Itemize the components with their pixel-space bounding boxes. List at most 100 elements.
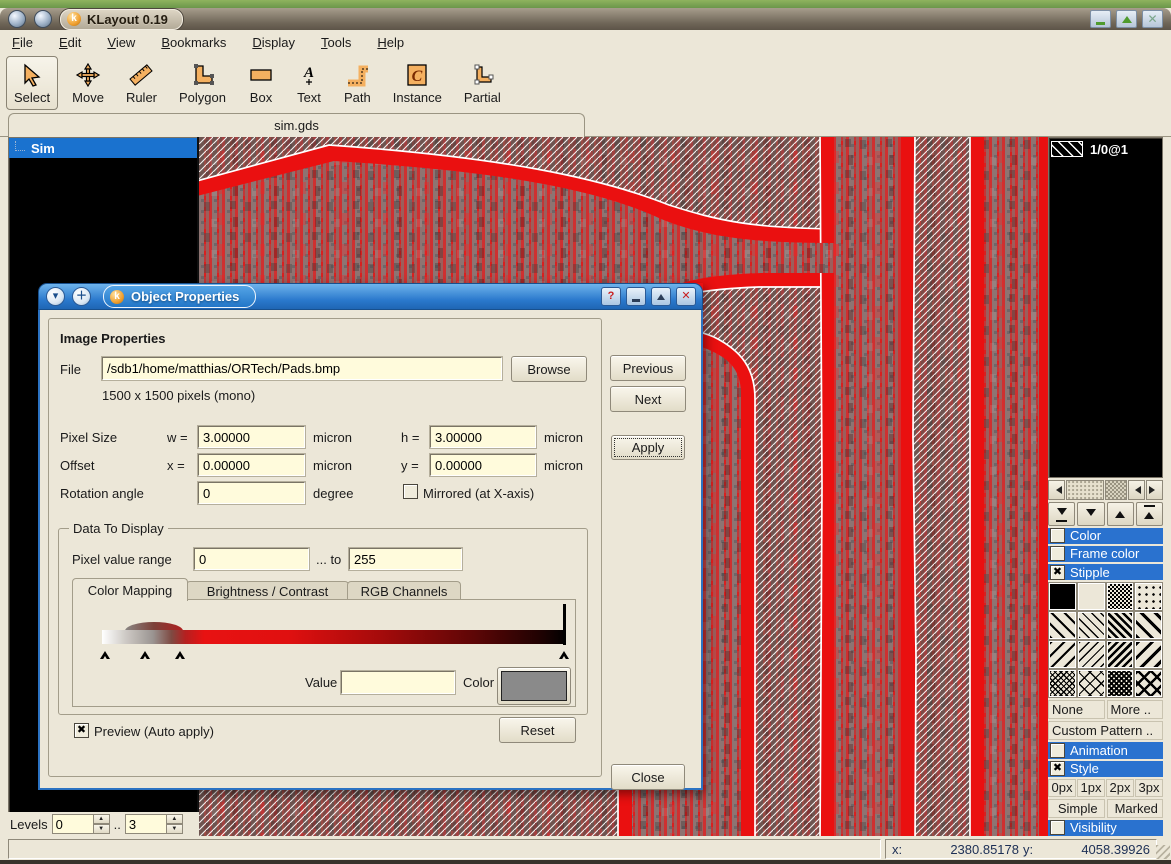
- color-row[interactable]: Color: [1048, 528, 1163, 544]
- hscroll-left2-icon[interactable]: [1128, 480, 1145, 500]
- dialog-close-button[interactable]: ✕: [676, 287, 696, 306]
- stipple-checkbox[interactable]: [1050, 565, 1065, 580]
- offset-x-input[interactable]: [198, 454, 305, 476]
- apply-button[interactable]: Apply: [611, 435, 685, 460]
- tool-text[interactable]: A Text: [288, 56, 330, 110]
- dialog-shade-button[interactable]: ▾: [46, 287, 65, 306]
- tab-sim-gds[interactable]: sim.gds: [8, 113, 585, 137]
- menu-edit[interactable]: Edit: [59, 35, 81, 50]
- offset-y-input[interactable]: [430, 454, 536, 476]
- stipple-swatch-cross-diamond[interactable]: [1078, 670, 1105, 697]
- levels-from-down-icon[interactable]: ▼: [93, 824, 110, 834]
- style-checkbox[interactable]: [1050, 761, 1065, 776]
- levels-from-spinner[interactable]: ▲ ▼: [52, 814, 110, 834]
- stipple-swatch-backslash-coarse[interactable]: [1049, 612, 1076, 639]
- preview-checkbox[interactable]: [74, 723, 89, 738]
- animation-row[interactable]: Animation: [1048, 742, 1163, 758]
- hscroll-right-icon[interactable]: [1146, 480, 1163, 500]
- close-button[interactable]: ✕: [1142, 10, 1163, 28]
- range-to-input[interactable]: [349, 548, 462, 570]
- tool-select[interactable]: Select: [6, 56, 58, 110]
- rotation-input[interactable]: [198, 482, 305, 504]
- layer-entry[interactable]: 1/0@1: [1051, 141, 1160, 157]
- move-down-button[interactable]: [1077, 502, 1104, 526]
- tool-ruler[interactable]: Ruler: [118, 56, 165, 110]
- frame-color-checkbox[interactable]: [1050, 546, 1065, 561]
- window-orb-2[interactable]: [34, 10, 52, 28]
- mirrored-checkbox[interactable]: [403, 484, 418, 499]
- reset-button[interactable]: Reset: [499, 717, 576, 743]
- levels-to-input[interactable]: [125, 814, 166, 834]
- stipple-swatch-backslash-thin[interactable]: [1078, 612, 1105, 639]
- levels-to-spinner[interactable]: ▲ ▼: [125, 814, 183, 834]
- width-0px-button[interactable]: 0px: [1048, 779, 1076, 797]
- style-row[interactable]: Style: [1048, 761, 1163, 777]
- levels-to-down-icon[interactable]: ▼: [166, 824, 183, 834]
- tool-path[interactable]: Path: [336, 56, 379, 110]
- stipple-swatch-backslash-wide[interactable]: [1135, 612, 1162, 639]
- tool-box[interactable]: Box: [240, 56, 282, 110]
- visibility-checkbox[interactable]: [1050, 820, 1065, 835]
- close-dialog-button[interactable]: Close: [611, 764, 685, 790]
- tab-color-mapping[interactable]: Color Mapping: [72, 578, 188, 601]
- stipple-swatch-cross-coarse[interactable]: [1135, 670, 1162, 697]
- animation-checkbox[interactable]: [1050, 743, 1065, 758]
- tab-brightness-contrast[interactable]: Brightness / Contrast: [186, 581, 349, 601]
- menu-file[interactable]: File: [12, 35, 33, 50]
- stipple-swatch-clear[interactable]: [1078, 583, 1105, 610]
- dialog-pin-button[interactable]: ＋: [72, 287, 91, 306]
- stipple-swatch-cross-fine[interactable]: [1049, 670, 1076, 697]
- window-menu-orb[interactable]: [8, 10, 26, 28]
- pixel-size-h-input[interactable]: [430, 426, 536, 448]
- cell-item-sim[interactable]: Sim: [9, 138, 198, 158]
- maximize-button[interactable]: [1116, 10, 1137, 28]
- menu-bookmarks[interactable]: Bookmarks: [161, 35, 226, 50]
- stipple-none-button[interactable]: None: [1048, 700, 1105, 719]
- tab-rgb-channels[interactable]: RGB Channels: [347, 581, 461, 601]
- color-mapping-gradient[interactable]: [102, 630, 566, 644]
- width-3px-button[interactable]: 3px: [1135, 779, 1163, 797]
- stipple-swatch-solid-black[interactable]: [1049, 583, 1076, 610]
- levels-to-up-icon[interactable]: ▲: [166, 814, 183, 824]
- tool-polygon[interactable]: Polygon: [171, 56, 234, 110]
- minimize-button[interactable]: [1090, 10, 1111, 28]
- stipple-swatch-backslash-dense[interactable]: [1107, 612, 1134, 639]
- layer-list[interactable]: 1/0@1: [1048, 137, 1163, 478]
- stipple-swatch-dots[interactable]: [1135, 583, 1162, 610]
- stipple-swatch-slash-wide[interactable]: [1135, 641, 1162, 668]
- visibility-row[interactable]: Visibility: [1048, 820, 1163, 836]
- menu-help[interactable]: Help: [377, 35, 404, 50]
- menu-display[interactable]: Display: [252, 35, 295, 50]
- stipple-swatch-cross-dense[interactable]: [1107, 670, 1134, 697]
- menu-view[interactable]: View: [107, 35, 135, 50]
- hscroll-left-icon[interactable]: [1048, 480, 1065, 500]
- stipple-swatch-slash-dense[interactable]: [1107, 641, 1134, 668]
- hscroll-track[interactable]: [1105, 480, 1126, 500]
- dialog-help-button[interactable]: ?: [601, 287, 621, 306]
- width-2px-button[interactable]: 2px: [1106, 779, 1134, 797]
- width-1px-button[interactable]: 1px: [1077, 779, 1105, 797]
- tool-move[interactable]: Move: [64, 56, 112, 110]
- frame-color-row[interactable]: Frame color: [1048, 546, 1163, 562]
- style-simple-button[interactable]: Simple: [1048, 799, 1105, 818]
- custom-pattern-button[interactable]: Custom Pattern ..: [1048, 721, 1163, 740]
- move-to-top-button[interactable]: [1136, 502, 1163, 526]
- layer-list-hscrollbar[interactable]: [1048, 480, 1163, 500]
- range-from-input[interactable]: [194, 548, 309, 570]
- gradient-marker-icon[interactable]: [140, 646, 150, 659]
- dialog-minimize-button[interactable]: [626, 287, 646, 306]
- stipple-row[interactable]: Stipple: [1048, 564, 1163, 580]
- dialog-maximize-button[interactable]: [651, 287, 671, 306]
- next-button[interactable]: Next: [610, 386, 686, 412]
- move-up-button[interactable]: [1107, 502, 1134, 526]
- resize-grip[interactable]: [1156, 845, 1170, 859]
- file-path-input[interactable]: [102, 357, 502, 380]
- gradient-marker-icon[interactable]: [559, 646, 569, 659]
- tool-instance[interactable]: C Instance: [385, 56, 450, 110]
- stipple-swatch-slash-thin[interactable]: [1078, 641, 1105, 668]
- color-checkbox[interactable]: [1050, 528, 1065, 543]
- hscroll-thumb[interactable]: [1066, 480, 1104, 500]
- marker-value-input[interactable]: [341, 671, 455, 694]
- stipple-swatch-slash-coarse[interactable]: [1049, 641, 1076, 668]
- menu-tools[interactable]: Tools: [321, 35, 351, 50]
